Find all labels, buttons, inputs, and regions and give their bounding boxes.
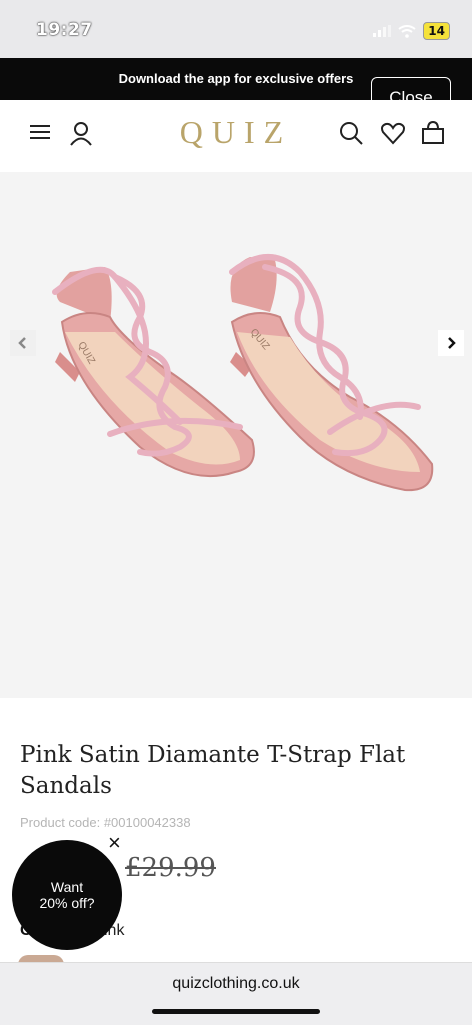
wifi-icon xyxy=(398,24,416,38)
browser-url-bar[interactable]: quizclothing.co.uk xyxy=(0,962,472,1025)
wishlist-heart-icon[interactable] xyxy=(380,120,406,146)
offer-line-2: 20% off? xyxy=(39,895,95,911)
status-time: 19:27 xyxy=(36,20,93,40)
status-bar: 19:27 14 xyxy=(0,0,472,58)
site-header: QUIZ xyxy=(0,100,472,172)
chevron-left-icon xyxy=(18,337,26,349)
search-icon[interactable] xyxy=(338,120,364,146)
close-offer-button[interactable]: × xyxy=(108,830,121,856)
offer-line-1: Want xyxy=(50,879,84,895)
status-icons: 14 xyxy=(373,22,450,40)
previous-image-button[interactable] xyxy=(10,330,36,356)
product-title: Pink Satin Diamante T-Strap Flat Sandals xyxy=(20,742,406,799)
product-price: £29.99 xyxy=(125,853,216,883)
product-code: Product code: #00100042338 xyxy=(20,815,191,830)
sandals-illustration: QUIZ QUIZ xyxy=(52,254,434,492)
chevron-right-icon xyxy=(448,337,456,349)
shopping-bag-icon[interactable] xyxy=(420,120,446,146)
url-text[interactable]: quizclothing.co.uk xyxy=(0,975,472,993)
discount-offer-badge[interactable]: Want 20% off? xyxy=(12,840,122,950)
next-image-button[interactable] xyxy=(438,330,464,356)
battery-indicator: 14 xyxy=(423,22,450,40)
product-image[interactable]: QUIZ QUIZ xyxy=(0,172,472,698)
home-indicator[interactable] xyxy=(152,1009,320,1014)
signal-icon xyxy=(373,25,392,37)
